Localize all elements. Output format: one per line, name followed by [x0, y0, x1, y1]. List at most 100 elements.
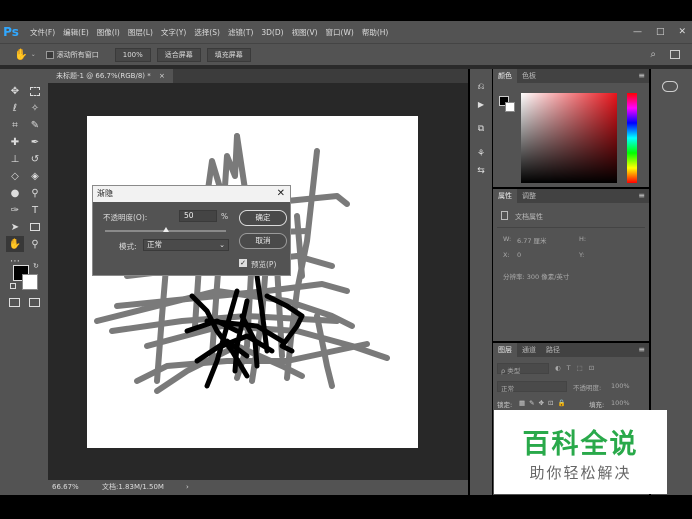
- w-label: W:: [503, 235, 512, 243]
- properties-panel-tabs: 属性 调整 ≡: [493, 189, 649, 203]
- menu-type[interactable]: 文字(Y): [161, 27, 186, 38]
- fill-value[interactable]: 100%: [611, 399, 630, 407]
- collapsed-panels: ⎌ ▶ ⧉ ⚘ ⇆: [470, 69, 492, 495]
- search-icon[interactable]: ⌕: [650, 49, 656, 60]
- brush-tool-icon[interactable]: ✒: [26, 134, 44, 150]
- quick-mask-icon[interactable]: [9, 298, 20, 307]
- zoom-tool-icon[interactable]: ⚲: [26, 236, 44, 252]
- tab-color[interactable]: 颜色: [493, 69, 517, 83]
- panel-menu-icon[interactable]: ≡: [638, 343, 645, 357]
- mode-select[interactable]: 正常 ⌄: [143, 239, 229, 251]
- panel-menu-icon[interactable]: ≡: [638, 189, 645, 203]
- canvas-artwork: [94, 133, 390, 394]
- dodge-tool-icon[interactable]: ⚲: [26, 185, 44, 201]
- lasso-tool-icon[interactable]: ℓ: [6, 100, 24, 116]
- opacity-slider-thumb[interactable]: [162, 227, 169, 232]
- menu-select[interactable]: 选择(S): [194, 27, 220, 38]
- document-tab[interactable]: 未标题-1 @ 66.7%(RGB/8) * ×: [48, 69, 173, 83]
- tab-layers[interactable]: 图层: [493, 343, 517, 357]
- hand-tool-active-icon[interactable]: ✋: [6, 236, 24, 252]
- maximize-button[interactable]: □: [656, 27, 665, 37]
- color-bg-swatch[interactable]: [505, 102, 515, 112]
- opacity-input[interactable]: 50: [179, 210, 217, 222]
- menu-layer[interactable]: 图层(L): [128, 27, 153, 38]
- menu-filter[interactable]: 滤镜(T): [228, 27, 253, 38]
- lock-icons[interactable]: ▦✎✥⊡🔒: [519, 399, 570, 407]
- x-value: 0: [517, 251, 522, 259]
- chevron-down-icon[interactable]: ⌄: [31, 51, 36, 58]
- tab-swatches[interactable]: 色板: [517, 69, 541, 83]
- hue-slider[interactable]: [627, 93, 637, 183]
- clone-stamp-icon[interactable]: ⊥: [6, 151, 24, 167]
- document-tab-label: 未标题-1 @ 66.7%(RGB/8) *: [56, 72, 151, 80]
- dialog-close-icon[interactable]: ✕: [277, 186, 285, 202]
- menu-3d[interactable]: 3D(D): [261, 28, 283, 37]
- blend-mode-select[interactable]: 正常: [497, 381, 567, 393]
- paint-bucket-icon[interactable]: ◈: [26, 168, 44, 184]
- tab-properties[interactable]: 属性: [493, 189, 517, 203]
- app-logo: Ps: [3, 25, 19, 39]
- tab-paths[interactable]: 路径: [541, 343, 565, 357]
- magic-wand-icon[interactable]: ✧: [26, 100, 44, 116]
- swap-colors-icon[interactable]: ↻: [33, 262, 39, 270]
- scroll-all-windows-checkbox[interactable]: 滚动所有窗口: [45, 50, 99, 60]
- healing-brush-icon[interactable]: ✚: [6, 134, 24, 150]
- type-tool-icon[interactable]: T: [26, 202, 44, 218]
- menu-file[interactable]: 文件(F): [30, 27, 55, 38]
- marquee-tool-icon[interactable]: [26, 83, 44, 99]
- libraries-icon[interactable]: [662, 81, 678, 92]
- brush-panel-icon[interactable]: ⚘: [472, 146, 490, 162]
- history-panel-icon[interactable]: ⎌: [472, 79, 490, 95]
- history-brush-icon[interactable]: ↺: [26, 151, 44, 167]
- ok-button[interactable]: 确定: [239, 210, 287, 226]
- checkbox-box[interactable]: [45, 50, 54, 59]
- menu-edit[interactable]: 编辑(E): [63, 27, 89, 38]
- properties-panel-icon[interactable]: ⧉: [472, 121, 490, 137]
- status-doc-info: 文档:1.83M/1.50M: [102, 483, 164, 491]
- lock-label: 锁定:: [497, 401, 513, 409]
- close-icon[interactable]: ×: [159, 72, 165, 80]
- close-window-button[interactable]: ✕: [678, 27, 686, 37]
- actions-play-icon[interactable]: ▶: [472, 96, 490, 112]
- background-color-swatch[interactable]: [22, 274, 38, 290]
- w-value: 6.77 厘米: [517, 237, 547, 245]
- tab-channels[interactable]: 通道: [517, 343, 541, 357]
- crop-tool-icon[interactable]: ⌗: [6, 117, 24, 133]
- layer-filter-select[interactable]: ρ 类型: [497, 363, 549, 375]
- document-tab-bar: 未标题-1 @ 66.7%(RGB/8) * ×: [48, 69, 468, 83]
- status-arrow-icon[interactable]: ›: [186, 480, 189, 495]
- hand-tool-icon[interactable]: ✋: [14, 48, 28, 61]
- path-select-icon[interactable]: ➤: [6, 219, 24, 235]
- preview-label: 预览(P): [251, 260, 277, 269]
- doc-props-label: 文档属性: [515, 213, 543, 221]
- pen-tool-icon[interactable]: ✑: [6, 202, 24, 218]
- adjust-panel-icon[interactable]: ⇆: [472, 163, 490, 179]
- menu-view[interactable]: 视图(V): [292, 27, 318, 38]
- menu-image[interactable]: 图像(I): [97, 27, 120, 38]
- fit-screen-button[interactable]: 适合屏幕: [156, 47, 201, 62]
- preview-checkbox[interactable]: ✓: [239, 259, 247, 267]
- panel-menu-icon[interactable]: ≡: [638, 69, 645, 83]
- tab-adjustments[interactable]: 调整: [517, 189, 541, 203]
- cancel-button[interactable]: 取消: [239, 233, 287, 249]
- zoom-100-button[interactable]: 100%: [114, 47, 151, 62]
- layer-filter-icons[interactable]: ◐T⬚⊡: [555, 364, 600, 372]
- eraser-tool-icon[interactable]: ◇: [6, 168, 24, 184]
- blur-tool-icon[interactable]: ●: [6, 185, 24, 201]
- color-panel-tabs: 颜色 色板 ≡: [493, 69, 649, 83]
- opacity-value: 50: [184, 211, 194, 220]
- move-tool-icon[interactable]: ✥: [6, 83, 24, 99]
- menu-help[interactable]: 帮助(H): [362, 27, 389, 38]
- fill-screen-button[interactable]: 填充屏幕: [206, 47, 251, 62]
- menu-bar: Ps 文件(F) 编辑(E) 图像(I) 图层(L) 文字(Y) 选择(S) 滤…: [0, 21, 692, 43]
- color-picker-field[interactable]: [521, 93, 617, 183]
- layer-opacity-value[interactable]: 100%: [611, 382, 630, 390]
- workspace-icon[interactable]: [670, 50, 680, 59]
- options-bar: ✋ ⌄ 滚动所有窗口 100% 适合屏幕 填充屏幕 ⌕: [0, 43, 692, 65]
- menu-window[interactable]: 窗口(W): [326, 27, 354, 38]
- minimize-button[interactable]: —: [633, 27, 642, 37]
- rectangle-tool-icon[interactable]: [26, 219, 44, 235]
- eyedropper-icon[interactable]: ✎: [26, 117, 44, 133]
- default-colors-icon[interactable]: [10, 283, 16, 289]
- screen-mode-icon[interactable]: [29, 298, 40, 307]
